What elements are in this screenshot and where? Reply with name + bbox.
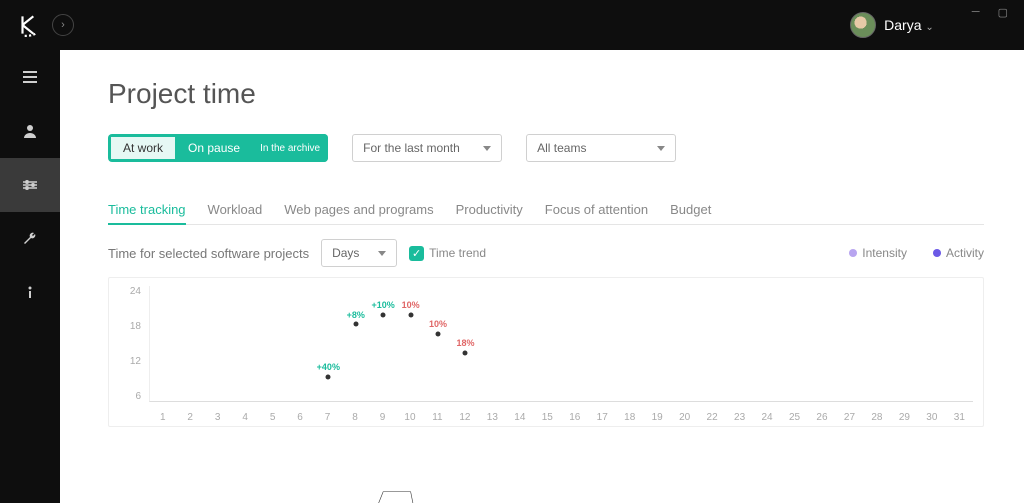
x-tick: 28: [863, 412, 890, 423]
x-tick: 7: [314, 412, 341, 423]
x-tick: 26: [808, 412, 835, 423]
x-tick: 15: [534, 412, 561, 423]
tab-budget[interactable]: Budget: [670, 196, 711, 224]
trend-point: [463, 351, 468, 356]
chart-label: Time for selected software projects: [108, 246, 309, 261]
x-tick: 14: [506, 412, 533, 423]
annotation: +8%: [347, 310, 365, 320]
x-tick: 2: [176, 412, 203, 423]
annotation: +40%: [317, 362, 340, 372]
page-title: Project time: [108, 78, 984, 110]
time-trend-checkbox[interactable]: ✓ Time trend: [409, 246, 486, 261]
x-tick: 19: [643, 412, 670, 423]
sidebar-item-user[interactable]: [0, 104, 60, 158]
granularity-dropdown[interactable]: Days: [321, 239, 397, 267]
x-tick: 31: [946, 412, 973, 423]
tab-time-tracking[interactable]: Time tracking: [108, 196, 186, 225]
granularity-label: Days: [332, 246, 359, 260]
tab-web-pages[interactable]: Web pages and programs: [284, 196, 433, 224]
sidebar-item-info[interactable]: [0, 266, 60, 320]
user-name-label: Darya: [884, 17, 921, 33]
trend-point: [353, 322, 358, 327]
y-axis: 24 18 12 6: [115, 286, 141, 402]
x-tick: 8: [341, 412, 368, 423]
team-label: All teams: [537, 141, 586, 155]
x-tick: 6: [286, 412, 313, 423]
annotation: 18%: [456, 338, 474, 348]
x-tick: 24: [753, 412, 780, 423]
filters-row: At work On pause In the archive For the …: [108, 134, 984, 162]
annotation: 10%: [402, 300, 420, 310]
trend-point: [408, 312, 413, 317]
sidebar-item-list[interactable]: [0, 50, 60, 104]
x-tick: 17: [589, 412, 616, 423]
trend-point: [326, 375, 331, 380]
status-on-pause[interactable]: On pause: [176, 134, 252, 162]
legend-activity: Activity: [933, 246, 984, 260]
tab-productivity[interactable]: Productivity: [456, 196, 523, 224]
x-tick: 16: [561, 412, 588, 423]
x-tick: 11: [424, 412, 451, 423]
x-tick: 4: [231, 412, 258, 423]
main-content: Project time At work On pause In the arc…: [60, 50, 1024, 503]
window-maximize-icon[interactable]: ▢: [998, 6, 1008, 19]
tab-workload[interactable]: Workload: [208, 196, 263, 224]
x-tick: 22: [698, 412, 725, 423]
chart-controls: Time for selected software projects Days…: [108, 239, 984, 267]
period-dropdown[interactable]: For the last month: [352, 134, 502, 162]
check-icon: ✓: [409, 246, 424, 261]
nav-forward-button[interactable]: ›: [52, 14, 74, 36]
trend-point: [436, 331, 441, 336]
sidebar: [0, 50, 60, 503]
team-dropdown[interactable]: All teams: [526, 134, 676, 162]
x-tick: 13: [479, 412, 506, 423]
chart: 24 18 12 6 +40%+8%+10%10%10%18% 12345678…: [108, 277, 984, 427]
x-tick: 25: [781, 412, 808, 423]
top-bar: › Darya ⌄ ─ ▢: [0, 0, 1024, 50]
x-tick: 18: [616, 412, 643, 423]
app-logo: [16, 12, 42, 38]
x-tick: 12: [451, 412, 478, 423]
time-trend-label: Time trend: [429, 246, 486, 260]
legend-intensity: Intensity: [849, 246, 907, 260]
annotation: +10%: [372, 300, 395, 310]
status-at-work[interactable]: At work: [110, 136, 176, 160]
x-tick: 9: [369, 412, 396, 423]
x-tick: 27: [836, 412, 863, 423]
window-minimize-icon[interactable]: ─: [972, 6, 980, 19]
status-archive[interactable]: In the archive: [252, 134, 328, 162]
avatar[interactable]: [850, 12, 876, 38]
annotation: 10%: [429, 319, 447, 329]
user-menu[interactable]: Darya ⌄: [884, 17, 934, 33]
x-tick: 30: [918, 412, 945, 423]
x-tick: 20: [671, 412, 698, 423]
x-tick: 10: [396, 412, 423, 423]
x-tick: 1: [149, 412, 176, 423]
period-label: For the last month: [363, 141, 460, 155]
plot-area: +40% +8% +10% 10% 10% 18%: [149, 286, 973, 402]
x-tick: 5: [259, 412, 286, 423]
x-tick: 29: [891, 412, 918, 423]
status-segmented: At work On pause In the archive: [108, 134, 328, 162]
trend-point: [381, 312, 386, 317]
section-tabs: Time tracking Workload Web pages and pro…: [108, 196, 984, 225]
x-tick: 3: [204, 412, 231, 423]
tab-focus[interactable]: Focus of attention: [545, 196, 648, 224]
sidebar-item-tools[interactable]: [0, 212, 60, 266]
sidebar-item-settings[interactable]: [0, 158, 60, 212]
chevron-down-icon: ⌄: [925, 22, 933, 33]
x-tick: 23: [726, 412, 753, 423]
x-axis: 1234567891011121314151617181920222324252…: [149, 412, 973, 423]
chart-legend: Intensity Activity: [849, 246, 984, 260]
